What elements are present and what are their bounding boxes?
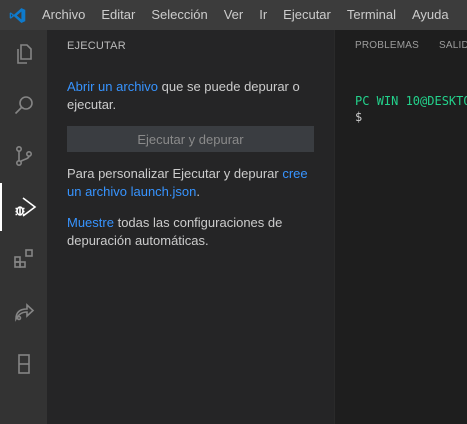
open-file-link[interactable]: Abrir un archivo [67, 79, 158, 94]
remote-explorer-icon[interactable] [0, 340, 47, 388]
menu-ejecutar[interactable]: Ejecutar [275, 0, 339, 30]
search-icon[interactable] [0, 81, 47, 129]
live-share-icon[interactable] [0, 287, 47, 335]
customize-paragraph: Para personalizar Ejecutar y depurar cre… [67, 165, 317, 201]
menu-ir[interactable]: Ir [251, 0, 275, 30]
terminal-output[interactable]: PC WIN 10@DESKTOP $ [355, 93, 467, 125]
run-and-debug-button[interactable]: Ejecutar y depurar [67, 126, 314, 152]
vscode-logo-icon [0, 0, 34, 30]
sidebar-title: EJECUTAR [67, 40, 126, 52]
tab-salida[interactable]: SALIDA [439, 40, 467, 51]
menu-ayuda[interactable]: Ayuda [404, 0, 457, 30]
menu-ver[interactable]: Ver [216, 0, 252, 30]
menu-bar: Archivo Editar Selección Ver Ir Ejecutar… [34, 0, 457, 30]
menu-archivo[interactable]: Archivo [34, 0, 93, 30]
menu-editar[interactable]: Editar [93, 0, 143, 30]
customize-end: . [196, 184, 200, 199]
run-debug-sidebar: EJECUTAR Abrir un archivo que se puede d… [47, 30, 334, 424]
extensions-icon[interactable] [0, 234, 47, 282]
customize-text: Para personalizar Ejecutar y depurar [67, 166, 283, 181]
title-bar: Archivo Editar Selección Ver Ir Ejecutar… [0, 0, 467, 30]
menu-terminal[interactable]: Terminal [339, 0, 404, 30]
run-debug-icon[interactable] [0, 183, 47, 231]
open-file-paragraph: Abrir un archivo que se puede depurar o … [67, 78, 317, 114]
source-control-icon[interactable] [0, 132, 47, 180]
panel-tabs: PROBLEMAS SALIDA [355, 40, 467, 51]
terminal-host-line: PC WIN 10@DESKTOP [355, 94, 467, 108]
show-configs-paragraph: Muestre todas las configuraciones de dep… [67, 214, 317, 250]
activity-bar [0, 30, 47, 424]
menu-seleccion[interactable]: Selección [143, 0, 215, 30]
explorer-icon[interactable] [0, 30, 47, 78]
bottom-panel: PROBLEMAS SALIDA PC WIN 10@DESKTOP $ [334, 30, 467, 424]
terminal-prompt: $ [355, 110, 363, 124]
show-configs-link[interactable]: Muestre [67, 215, 114, 230]
tab-problemas[interactable]: PROBLEMAS [355, 40, 419, 51]
